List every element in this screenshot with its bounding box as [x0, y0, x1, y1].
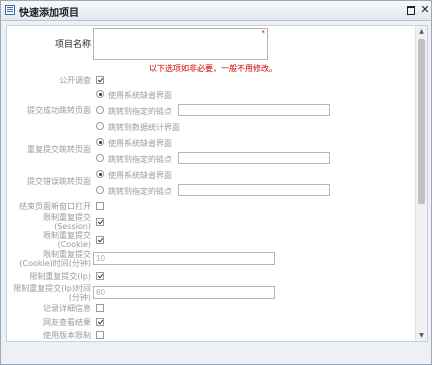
submit-success-label: 提交成功跳转页面 — [27, 106, 91, 115]
submit-success-group: 提交成功跳转页面 使用系统缺省界面 跳转到指定的链点 跳转到数据统计界面 — [7, 87, 412, 135]
submit-error-url-radio[interactable] — [96, 186, 104, 194]
record-details-checkbox[interactable] — [96, 304, 104, 312]
version-limit-checkbox[interactable] — [96, 331, 104, 339]
close-button[interactable]: ✕ — [419, 4, 431, 16]
public-survey-checkbox[interactable] — [96, 76, 104, 84]
submit-error-default-text: 使用系统缺省界面 — [108, 171, 172, 180]
submit-success-url-input[interactable] — [178, 104, 330, 116]
version-limit-row: 使用版本限制 — [7, 329, 412, 341]
submit-success-url-radio[interactable] — [96, 106, 104, 114]
limit-cookie-checkbox[interactable] — [96, 236, 104, 244]
vertical-scrollbar[interactable]: ▲ ▼ — [415, 26, 427, 341]
view-results-label: 网友查看结果 — [43, 318, 91, 327]
submit-success-default-text: 使用系统缺省界面 — [108, 91, 172, 100]
version-limit-label: 使用版本限制 — [43, 331, 91, 340]
submit-error-group: 提交错误跳转页面 使用系统缺省界面 跳转到指定的链点 — [7, 167, 412, 199]
limit-session-checkbox[interactable] — [96, 218, 104, 226]
view-results-checkbox[interactable] — [96, 318, 104, 326]
end-new-window-checkbox[interactable] — [96, 202, 104, 210]
form-icon — [5, 5, 15, 15]
scroll-down-arrow-icon[interactable]: ▼ — [416, 330, 427, 341]
submit-success-default-radio[interactable] — [96, 90, 104, 98]
limit-session-label: 限制重复提交 (Session) — [43, 213, 91, 231]
limit-ip-time-label: 限制重复提交(Ip)时间 (分钟) — [13, 284, 91, 302]
submit-success-stats-text: 跳转到数据统计界面 — [108, 123, 180, 132]
limit-cookie-time-input[interactable] — [93, 252, 275, 265]
scrollbar-thumb[interactable] — [418, 39, 425, 204]
limit-ip-label: 限制重复提交(Ip) — [29, 272, 91, 281]
dialog-window: 快速添加项目 ✕ 项目名称 * 以下选项如非必要，一般不用修改。 公开调查 提交… — [0, 0, 432, 365]
limit-cookie-row: 限制重复提交 (Cookie) — [7, 231, 412, 249]
limit-ip-time-input[interactable] — [93, 286, 275, 299]
limit-cookie-time-label: 限制重复提交 (Cookie)时间(分钟) — [19, 250, 91, 268]
submit-success-url-text: 跳转到指定的链点 — [108, 107, 172, 116]
repeat-submit-url-text: 跳转到指定的链点 — [108, 155, 172, 164]
limit-ip-checkbox[interactable] — [96, 272, 104, 280]
submit-error-label: 提交错误跳转页面 — [27, 177, 91, 186]
repeat-submit-default-text: 使用系统缺省界面 — [108, 139, 172, 148]
submit-success-stats-radio[interactable] — [96, 122, 104, 130]
limit-ip-time-row: 限制重复提交(Ip)时间 (分钟) — [7, 283, 412, 303]
public-survey-label: 公开调查 — [59, 76, 91, 85]
limit-cookie-time-row: 限制重复提交 (Cookie)时间(分钟) — [7, 249, 412, 269]
dialog-footer — [6, 344, 426, 358]
scroll-up-arrow-icon[interactable]: ▲ — [416, 26, 427, 37]
required-mark: * — [261, 29, 266, 37]
limit-session-row: 限制重复提交 (Session) — [7, 213, 412, 231]
limit-cookie-label: 限制重复提交 (Cookie) — [43, 231, 91, 249]
project-name-textarea[interactable]: * — [93, 28, 268, 60]
title-bar[interactable]: 快速添加项目 ✕ — [1, 1, 431, 21]
form-body: 项目名称 * 以下选项如非必要，一般不用修改。 公开调查 提交成功跳转页面 使用… — [6, 25, 428, 342]
repeat-submit-url-radio[interactable] — [96, 154, 104, 162]
project-name-label: 项目名称 — [54, 40, 91, 50]
window-title: 快速添加项目 — [19, 8, 79, 19]
end-new-window-label: 结束页面新窗口打开 — [19, 202, 91, 211]
repeat-submit-group: 重复提交跳转页面 使用系统缺省界面 跳转到指定的链点 — [7, 135, 412, 167]
project-name-row: 项目名称 * 以下选项如非必要，一般不用修改。 — [7, 26, 412, 74]
submit-error-url-text: 跳转到指定的链点 — [108, 187, 172, 196]
submit-error-default-radio[interactable] — [96, 170, 104, 178]
maximize-button[interactable] — [405, 4, 417, 16]
repeat-submit-url-input[interactable] — [178, 152, 330, 164]
record-details-label: 记录详细信息 — [43, 304, 91, 313]
repeat-submit-default-radio[interactable] — [96, 138, 104, 146]
repeat-submit-label: 重复提交跳转页面 — [27, 145, 91, 154]
submit-error-url-input[interactable] — [178, 184, 330, 196]
